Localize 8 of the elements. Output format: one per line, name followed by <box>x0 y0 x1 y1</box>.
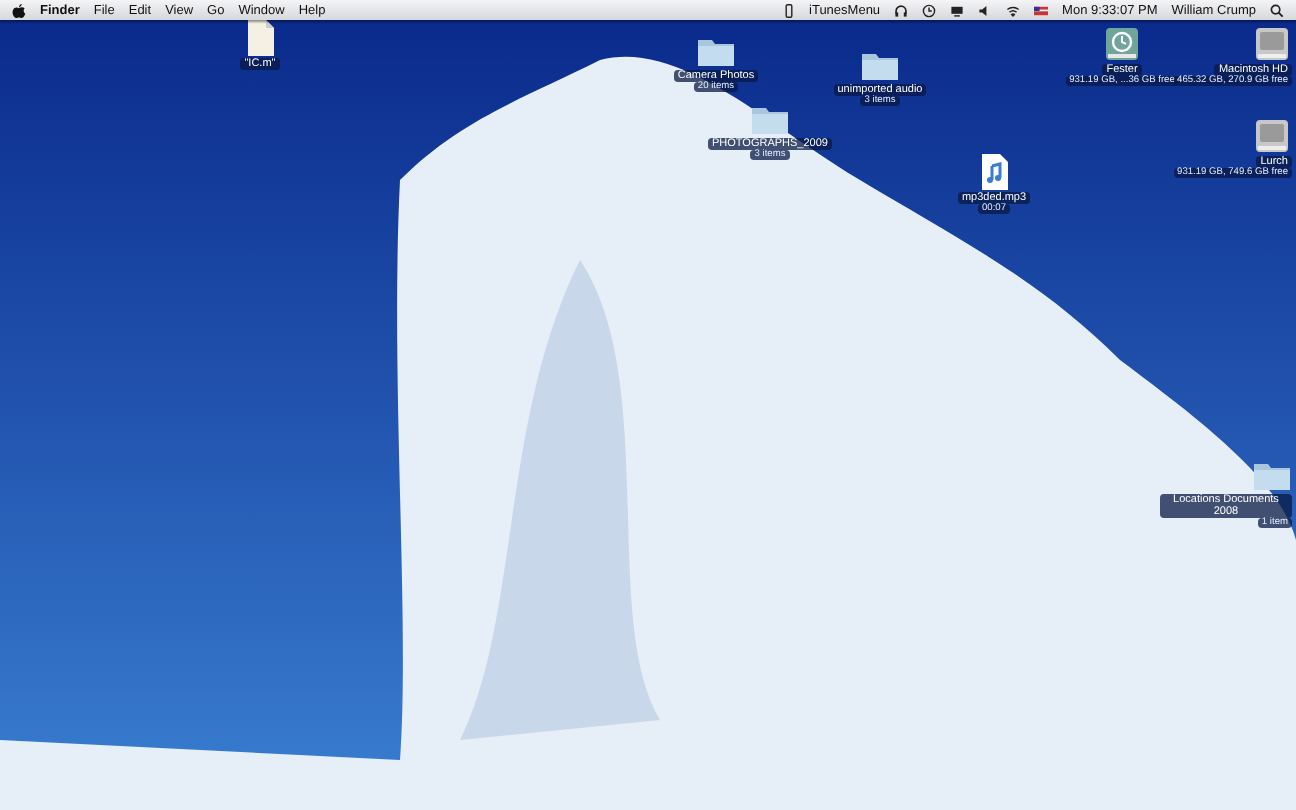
display-icon[interactable] <box>950 3 965 17</box>
clock-icon[interactable] <box>922 3 937 17</box>
search-icon[interactable] <box>1270 3 1284 17</box>
phone-icon[interactable] <box>781 3 796 17</box>
headphones-icon[interactable] <box>894 3 909 17</box>
wifi-icon[interactable] <box>1006 3 1021 17</box>
flag-icon[interactable] <box>1034 3 1049 17</box>
apple-icon[interactable] <box>12 3 26 17</box>
